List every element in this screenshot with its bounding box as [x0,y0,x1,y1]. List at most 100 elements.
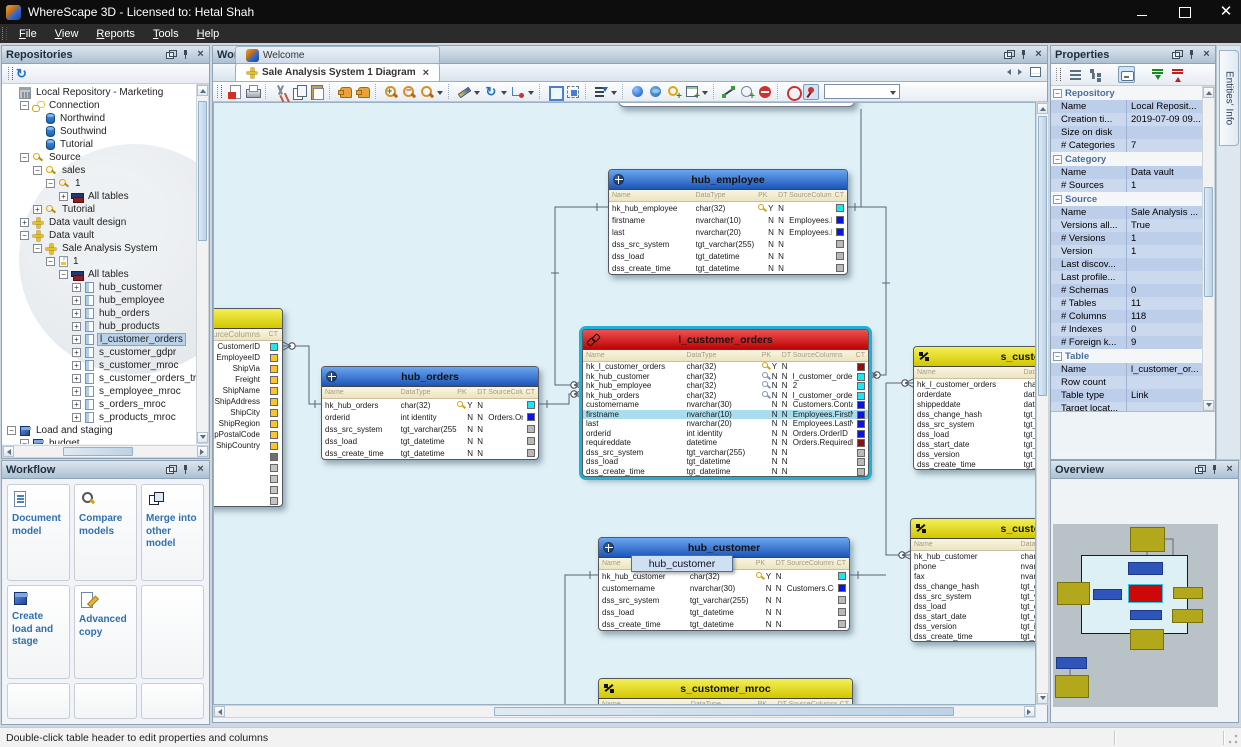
menu-help[interactable]: Help [188,27,229,41]
tree-item-1[interactable]: −1 [2,255,196,268]
expand-icon[interactable]: + [72,335,81,344]
table-column-row[interactable]: dss_src_systemtgt_varchar(255) [914,419,1036,429]
table-column-row[interactable]: orderidint identityNNOrders.OrderID [583,429,868,439]
table-column-row[interactable]: hk_l_customer_orderschar(32)YN [583,362,868,372]
properties-scrollbar[interactable] [1202,86,1215,412]
float-panel-icon[interactable] [165,49,176,60]
table-column-row[interactable]: hk_hub_customerchar(32) [911,551,1036,561]
expand-all-green-icon[interactable] [1149,66,1166,83]
workflow-card-merge-into-other-model[interactable]: Merge into other model [141,484,204,581]
fit-view-icon[interactable] [565,84,581,100]
property-row-versions[interactable]: # Versions1 [1051,232,1202,245]
property-row-sources[interactable]: # Sources1 [1051,179,1202,192]
table-column-row[interactable]: dss_start_datetgt_datetime [914,439,1036,449]
pan-hand-icon[interactable] [337,84,353,100]
table-column-row[interactable]: dss_src_systemtgt_varchar(255)NN [322,423,538,435]
table-column-row[interactable]: firstnamenvarchar(10)NNEmployees.FirstNa… [609,214,847,226]
canvas-vertical-scrollbar[interactable] [1036,102,1049,705]
tree-item-hub-products[interactable]: +hub_products [2,320,196,333]
globe-icon[interactable] [648,84,664,100]
add-circle-icon[interactable] [739,84,755,100]
collapse-icon[interactable]: − [46,179,55,188]
toolbar-grip[interactable] [8,67,13,80]
dropdown-arrow-icon[interactable] [501,91,507,98]
diagram-table-hub-orders[interactable]: hub_ordersNameDataTypePKDTSourceColumnsC… [321,366,539,460]
table-column-row[interactable]: hk_hub_employeechar(32)NN2 [583,381,868,391]
tree-item-sale-analysis-system[interactable]: −Sale Analysis System [2,242,196,255]
tree-item-all-tables[interactable]: −All tables [2,268,196,281]
tree-item-1[interactable]: −1 [2,177,196,190]
expand-icon[interactable]: + [72,413,81,422]
copy-icon[interactable] [291,84,307,100]
menu-grip[interactable] [2,27,7,40]
expand-icon[interactable]: + [59,192,68,201]
expand-icon[interactable]: + [72,374,81,383]
property-row-categories[interactable]: # Categories7 [1051,139,1202,152]
tree-item-budget[interactable]: −budget [2,437,196,444]
menu-file[interactable]: File [10,27,46,41]
collapse-icon[interactable]: − [20,439,29,444]
cut-icon[interactable] [273,84,289,100]
column-header-row[interactable]: NameDataType [914,367,1036,379]
table-column-row[interactable]: hk_hub_customerchar(32)NNl_customer_orde… [583,372,868,382]
table-column-row[interactable]: dss_create_timetgt_datetime [914,459,1036,469]
tree-item-northwind[interactable]: Northwind [2,112,196,125]
collapse-group-icon[interactable]: − [1053,352,1062,361]
property-group-table[interactable]: −Table [1051,349,1202,363]
table-column-row[interactable]: hk_l_customer_orderschar(32) [914,379,1036,389]
diagram-table-s-custom[interactable]: s_customNameDataTypehk_hub_customerchar(… [910,518,1036,642]
resize-grip-icon[interactable] [1227,733,1239,745]
property-group-source[interactable]: −Source [1051,192,1202,206]
table-column-row[interactable]: dss_src_systemtgt_varchar(255)NN [583,448,868,458]
property-row-target-locat[interactable]: Target locat... [1051,402,1202,412]
column-header-row[interactable]: NameDataTypePKDTSourceColumnsCT [583,350,868,362]
tree-item-s-employee-mroc[interactable]: +s_employee_mroc [2,385,196,398]
dropdown-arrow-icon[interactable] [702,91,708,98]
table-column-row[interactable]: dss_src_systemtgt_varchar(255)NN [609,238,847,250]
property-group-repository[interactable]: −Repository [1051,86,1202,100]
property-row-name[interactable]: Namel_customer_or... [1051,363,1202,376]
collapse-icon[interactable]: − [33,244,42,253]
table-column-row[interactable] [213,462,282,473]
collapse-icon[interactable]: − [59,270,68,279]
table-column-row[interactable]: dss_change_hashtgt_char(32) [914,409,1036,419]
tree-item-connection[interactable]: −Connection [2,99,196,112]
property-row-name[interactable]: NameData vault [1051,166,1202,179]
table-column-row[interactable]: CustomerID [213,341,282,352]
tree-item-s-orders-mroc[interactable]: +s_orders_mroc [2,398,196,411]
workflow-card-document-model[interactable]: Document model [7,484,70,581]
collapse-group-icon[interactable]: − [1053,195,1062,204]
expand-icon[interactable]: + [72,348,81,357]
table-column-row[interactable]: faxnvarchar(24) [911,571,1036,581]
canvas-horizontal-scrollbar[interactable] [213,705,1036,718]
table-column-row[interactable]: dss_loadtgt_datetimeNN [583,457,868,467]
table-column-row[interactable]: dss_create_timetgt_datetimeNN [599,618,849,630]
dropdown-arrow-icon[interactable] [437,91,443,98]
collapse-icon[interactable]: − [20,231,29,240]
add-key-icon[interactable] [666,84,682,100]
tree-item-hub-customer[interactable]: +hub_customer [2,281,196,294]
table-column-row[interactable]: dss_create_timetgt_datetimeNN [322,447,538,459]
table-column-row[interactable]: customernamenvarchar(30)NNCustomers.Cont… [599,582,849,594]
prop-tree-icon[interactable] [1087,66,1104,83]
tree-item-hub-orders[interactable]: +hub_orders [2,307,196,320]
tab-list-icon[interactable] [1030,67,1041,77]
paste-icon[interactable] [309,84,325,100]
table-column-row[interactable]: ShipCountry [213,440,282,451]
next-tab-icon[interactable] [1018,69,1025,75]
table-column-row[interactable]: ShipVia [213,363,282,374]
property-row-foreign-k[interactable]: # Foreign k...9 [1051,336,1202,349]
table-column-row[interactable] [213,473,282,484]
table-column-row[interactable]: dss_create_timetgt_datetimeNN [609,262,847,274]
export-pdf-icon[interactable] [227,84,243,100]
table-column-row[interactable]: ShipRegion [213,418,282,429]
table-column-row[interactable]: customernamenvarchar(30)NNCustomers.Cont… [583,400,868,410]
tree-vertical-scrollbar[interactable] [196,84,209,444]
collapse-icon[interactable]: − [20,153,29,162]
tree-item-s-products-mroc[interactable]: +s_products_mroc [2,411,196,424]
expand-icon[interactable]: + [33,205,42,214]
property-row-versions-all[interactable]: Versions all...True [1051,219,1202,232]
workflow-card-compare-models[interactable]: Compare models [74,484,137,581]
diagram-table-s-customer-mroc[interactable]: s_customer_mrocNameDataTypePKDTSourceCol… [598,678,853,705]
close-panel-icon[interactable]: × [1201,49,1212,60]
